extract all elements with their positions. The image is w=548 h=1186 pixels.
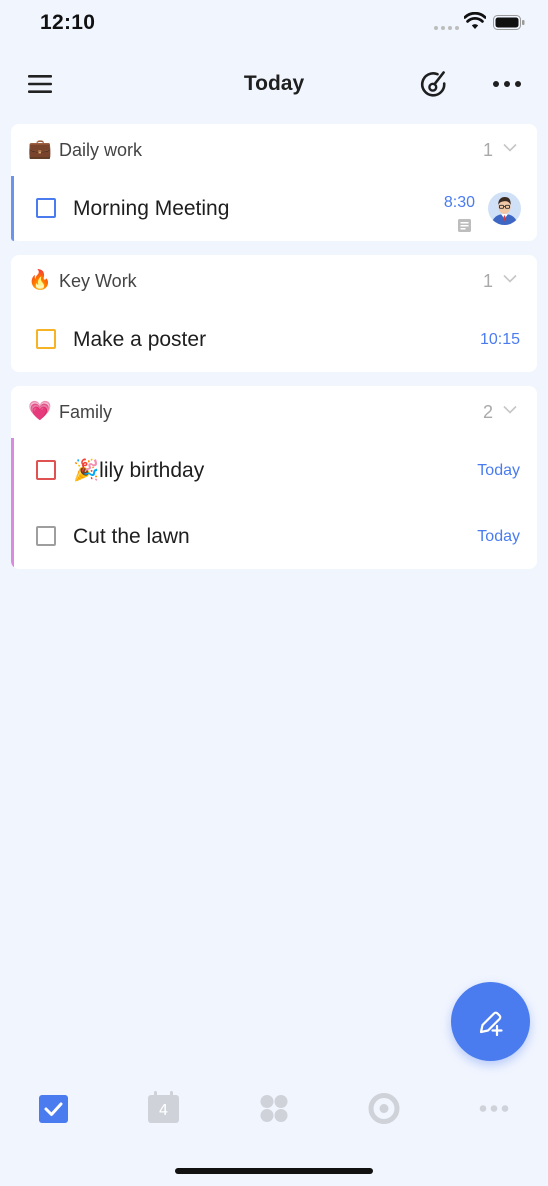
task-time: 10:15 [479, 331, 520, 348]
list-card-key-work: 🔥 Key Work 1 Make a poster 10:15 [11, 255, 537, 372]
more-dots-icon [479, 1105, 509, 1112]
task-checkbox[interactable] [36, 329, 56, 349]
list-header[interactable]: 🔥 Key Work 1 [11, 255, 537, 307]
list-count: 2 [482, 402, 493, 422]
list-card-daily-work: 💼 Daily work 1 .card .task-row.bar[style… [11, 124, 537, 241]
heart-icon: 💗 [28, 401, 52, 422]
list-card-family: 💗 Family 2 🎉lily birthday Today Cut the … [11, 386, 537, 569]
task-time: 8:30 [443, 194, 475, 211]
tab-focus[interactable] [364, 1086, 404, 1130]
task-row[interactable]: Cut the lawn Today [11, 504, 537, 569]
add-task-button[interactable] [451, 982, 530, 1061]
list-count: 1 [482, 140, 493, 160]
task-time: Today [477, 528, 520, 545]
tab-calendar[interactable]: 4 [143, 1086, 183, 1130]
task-checkbox[interactable] [36, 526, 56, 546]
home-indicator [175, 1168, 373, 1174]
list-count: 1 [482, 271, 493, 291]
task-title: Make a poster [73, 328, 207, 351]
more-options-icon[interactable] [492, 80, 522, 88]
tab-bar: 4 [0, 1086, 548, 1132]
header: Today [0, 58, 548, 112]
task-title: Cut the lawn [73, 525, 190, 548]
wifi-icon [464, 12, 486, 29]
task-title: Morning Meeting [73, 197, 230, 220]
task-row[interactable]: Make a poster 10:15 [11, 307, 537, 372]
palette-icon[interactable] [420, 70, 447, 98]
avatar[interactable] [488, 192, 521, 225]
status-time: 12:10 [40, 11, 96, 34]
task-checkbox[interactable] [36, 460, 56, 480]
page-title: Today [243, 72, 305, 95]
list-color-bar [11, 176, 14, 241]
list-header[interactable]: 💗 Family 2 [11, 386, 537, 438]
task-time: Today [477, 462, 520, 479]
tab-more[interactable] [474, 1086, 514, 1130]
chevron-down-icon[interactable] [503, 274, 517, 283]
tab-tasks[interactable] [34, 1086, 74, 1130]
fire-icon: 🔥 [28, 270, 52, 291]
note-icon [458, 219, 471, 232]
list-title: Family [59, 402, 112, 422]
chevron-down-icon[interactable] [503, 405, 517, 414]
grid-icon [260, 1095, 288, 1122]
list-title: Daily work [59, 140, 143, 160]
checkbox-icon [39, 1095, 68, 1123]
battery-icon [493, 15, 525, 30]
signal-icon [434, 26, 459, 30]
tab-apps[interactable] [254, 1086, 294, 1130]
task-title: 🎉lily birthday [73, 459, 205, 482]
list-header[interactable]: 💼 Daily work 1 [11, 124, 537, 176]
calendar-day-label: 4 [158, 1101, 169, 1119]
focus-icon [368, 1093, 400, 1124]
status-bar: 12:10 [0, 0, 548, 46]
task-row[interactable]: 🎉lily birthday Today [11, 438, 537, 504]
task-checkbox[interactable] [36, 198, 56, 218]
task-row[interactable]: .card .task-row.bar[style*="6e93ee"]::be… [11, 176, 537, 241]
list-title: Key Work [59, 271, 137, 291]
pen-plus-icon [479, 1011, 503, 1036]
briefcase-icon: 💼 [28, 139, 52, 160]
chevron-down-icon[interactable] [503, 143, 517, 152]
